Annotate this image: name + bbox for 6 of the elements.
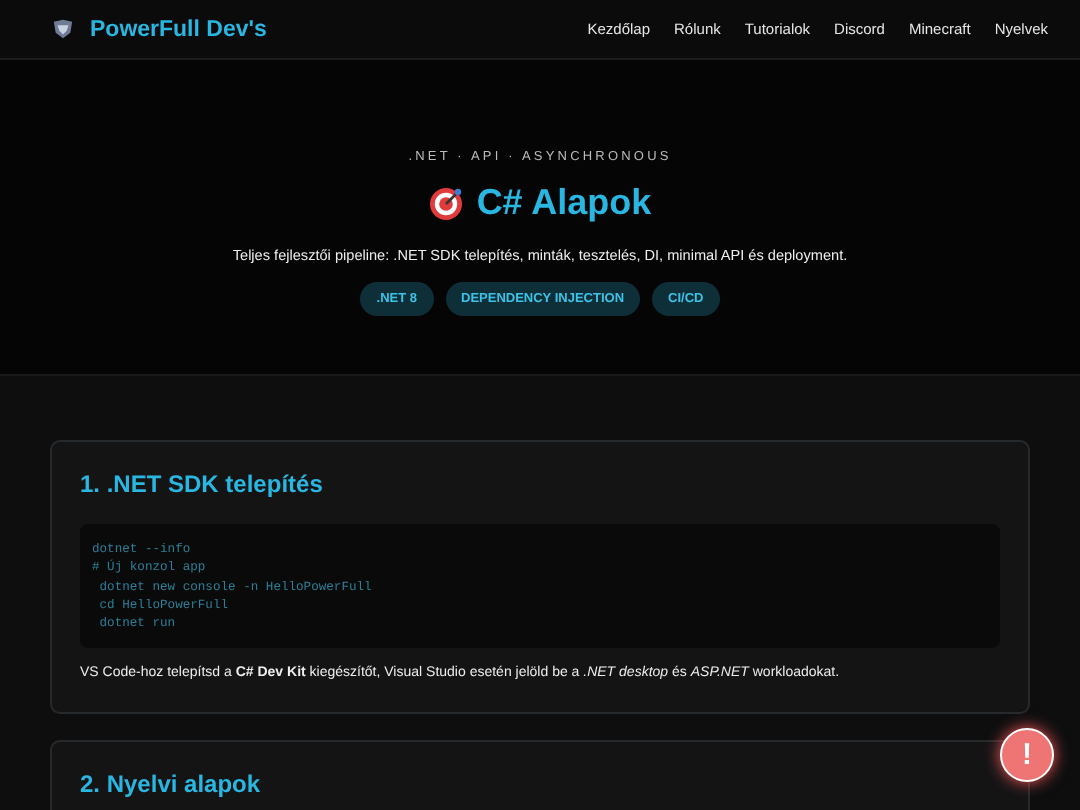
section-heading: 1. .NET SDK telepítés xyxy=(80,470,325,498)
logo-icon xyxy=(52,18,74,40)
section-heading: 2. Nyelvi alapok xyxy=(80,770,263,799)
page-title: C# Alapok xyxy=(476,182,652,224)
target-icon xyxy=(428,185,465,221)
brand-name[interactable]: PowerFull Dev's xyxy=(90,17,267,41)
